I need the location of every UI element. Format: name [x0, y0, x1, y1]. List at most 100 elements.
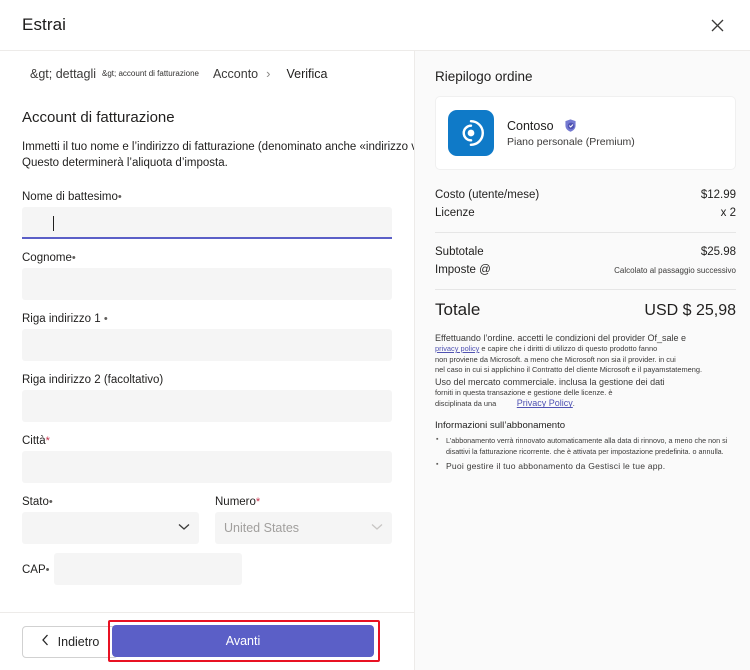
back-button[interactable]: Indietro — [22, 625, 118, 658]
subscription-info-list: L’abbonamento verrà rinnovato automatica… — [435, 434, 736, 472]
next-button[interactable]: Avanti — [112, 625, 374, 657]
required-marker: • — [117, 191, 122, 203]
product-meta: Contoso Piano personale (Premium) — [507, 118, 635, 149]
country-value: United States — [224, 521, 300, 535]
next-button-label: Avanti — [225, 634, 261, 648]
chevron-down-glyph — [178, 523, 190, 530]
back-button-label: Indietro — [57, 634, 100, 649]
chevron-left-icon — [41, 634, 49, 649]
breadcrumb-item-verifica[interactable]: Verifica — [278, 67, 327, 81]
price-label: Imposte @ — [435, 264, 491, 276]
legal-line-4: nel caso in cui si applichino il Contrat… — [435, 365, 703, 375]
label-text: Riga indirizzo 1 — [22, 313, 101, 325]
state-country-row: Stato• Numero* United States — [22, 492, 392, 553]
field-citta: Città* — [22, 431, 392, 483]
product-name: Contoso — [507, 118, 554, 133]
price-row-cost: Costo (utente/mese) $12.99 — [435, 186, 736, 204]
label-text: CAP — [22, 564, 46, 576]
required-marker: • — [103, 313, 108, 325]
price-row-subtotal: Subtotale $25.98 — [435, 243, 736, 261]
label-text: Nome di battesimo — [22, 191, 118, 203]
field-cap: CAP• — [22, 553, 392, 585]
legal-line-7-pre: disciplinata da una — [435, 399, 497, 409]
label-cap: CAP• — [22, 564, 50, 576]
section-title: Account di fatturazione — [22, 109, 175, 126]
address-line-2-input[interactable] — [22, 390, 392, 422]
total-label: Totale — [435, 300, 481, 319]
price-value: $25.98 — [700, 246, 736, 258]
title-bar: Estrai — [0, 0, 750, 50]
legal-line-1: Effettuando l’ordine. accetti le condizi… — [435, 333, 686, 343]
legal-text: Effettuando l’ordine. accetti le condizi… — [435, 332, 736, 410]
section-description: Immetti il tuo nome e l’indirizzo di fat… — [22, 139, 414, 171]
subscription-info-title: Informazioni sull’abbonamento — [435, 419, 566, 431]
price-row-taxes: Imposte @ Calcolato al passaggio success… — [435, 261, 736, 279]
label-citta: Città* — [22, 435, 50, 447]
required-marker: • — [71, 252, 76, 264]
city-input[interactable] — [22, 451, 392, 483]
close-glyph — [711, 19, 723, 31]
price-value: Calcolato al passaggio successivo — [614, 266, 736, 275]
chevron-down-glyph — [371, 523, 383, 530]
field-cognome: Cognome• — [22, 248, 392, 300]
label-stato: Stato• — [22, 496, 53, 508]
page-title: Estrai — [22, 15, 67, 34]
country-dropdown[interactable]: United States — [215, 512, 392, 544]
label-nome-di-battesimo: Nome di battesimo• — [22, 191, 122, 203]
breadcrumb-item-acconto[interactable]: Acconto — [205, 67, 258, 81]
price-value: $12.99 — [700, 189, 736, 201]
privacy-policy-link-2[interactable]: Privacy Policy — [517, 398, 573, 408]
required-marker: • — [48, 496, 53, 508]
price-label: Costo (utente/mese) — [435, 189, 540, 201]
order-summary-pane: Riepilogo ordine Contoso Piano personale… — [414, 51, 750, 670]
label-text: Stato — [22, 496, 49, 508]
subscription-item-1-line1: L’abbonamento verrà rinnovato automatica… — [446, 435, 728, 445]
label-riga-indirizzo-1: Riga indirizzo 1 • — [22, 313, 108, 325]
required-marker: • — [45, 564, 50, 576]
label-numero: Numero* — [215, 496, 260, 508]
state-dropdown[interactable] — [22, 512, 199, 544]
address-line-1-input[interactable] — [22, 329, 392, 361]
breadcrumb-item-account-fatturazione[interactable]: &gt; account di fatturazione — [102, 69, 199, 78]
legal-line-2: privacy policy e capire che i diritti di… — [435, 344, 736, 355]
zip-input[interactable] — [53, 553, 242, 585]
first-name-input[interactable] — [22, 207, 392, 239]
section-description-line1: Immetti il tuo nome e l’indirizzo di fat… — [22, 141, 414, 153]
contoso-swirl-icon — [448, 110, 494, 156]
required-marker: * — [45, 435, 50, 447]
left-pane: &gt; dettagli &gt; account di fatturazio… — [0, 51, 414, 670]
legal-line-6: forniti in questa transazione e gestione… — [435, 387, 613, 397]
legal-line-2-rest: e capire che i diritti di utilizzo di qu… — [479, 344, 658, 353]
contoso-swirl-glyph — [462, 119, 484, 147]
chevron-down-icon — [371, 523, 383, 534]
breadcrumb: &gt; dettagli &gt; account di fatturazio… — [0, 51, 414, 96]
section-description-line2: Questo determinerà l’aliquota d’imposta. — [22, 157, 228, 169]
billing-form: Account di fatturazione Immetti il tuo n… — [0, 96, 414, 612]
dialog-body: &gt; dettagli &gt; account di fatturazio… — [0, 50, 750, 670]
field-nome-di-battesimo: Nome di battesimo• — [22, 187, 392, 239]
field-stato: Stato• — [22, 492, 199, 544]
price-label: Licenze — [435, 207, 475, 219]
last-name-input[interactable] — [22, 268, 392, 300]
breadcrumb-item-dettagli[interactable]: &gt; dettagli — [22, 67, 96, 81]
input-wrap-nome — [22, 207, 392, 239]
price-row-licenses: Licenze x 2 — [435, 204, 736, 222]
legal-line-7-post: . — [572, 399, 575, 409]
divider — [435, 232, 736, 233]
product-card: Contoso Piano personale (Premium) — [435, 96, 736, 170]
list-item: Puoi gestire il tuo abbonamento da Gesti… — [435, 459, 736, 472]
product-name-row: Contoso — [507, 118, 635, 133]
chevron-right-icon: › — [266, 66, 271, 81]
subscription-item-2-line1: Puoi gestire il tuo abbonamento da Gesti… — [446, 460, 666, 471]
text-caret — [53, 216, 54, 231]
legal-line-5: Uso del mercato commerciale. inclusa la … — [435, 376, 665, 387]
price-label: Subtotale — [435, 246, 484, 258]
field-riga-indirizzo-2: Riga indirizzo 2 (facoltativo) — [22, 370, 392, 422]
chevron-left-glyph — [41, 634, 48, 646]
close-icon[interactable] — [702, 10, 732, 40]
list-item: L’abbonamento verrà rinnovato automatica… — [435, 434, 736, 457]
field-numero-paese: Numero* United States — [215, 492, 392, 544]
label-text: Cognome — [22, 252, 72, 264]
extract-dialog: Estrai &gt; dettagli &gt; account di fat… — [0, 0, 750, 670]
privacy-policy-link-1[interactable]: privacy policy — [435, 344, 479, 353]
